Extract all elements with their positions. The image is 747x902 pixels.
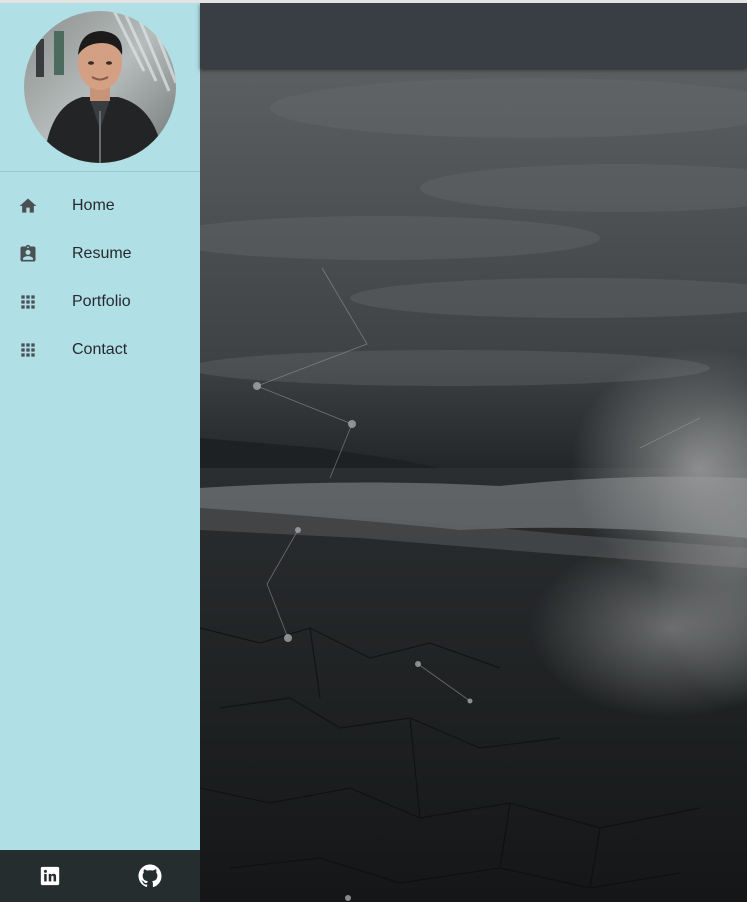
grid-icon [18,292,38,312]
sidebar-nav: Home Resume Portfolio Contact [0,172,200,374]
sidebar-item-label: Contact [72,341,128,358]
badge-icon [18,244,38,264]
top-app-bar [200,3,747,68]
sidebar-item-contact[interactable]: Contact [0,326,200,374]
github-icon [138,864,162,888]
profile-header [0,3,200,172]
home-icon [18,196,38,216]
hero-image [200,68,747,902]
page: Home Resume Portfolio Contact [0,0,747,902]
avatar-image [24,11,176,163]
linkedin-link[interactable] [0,850,100,902]
github-link[interactable] [100,850,200,902]
sidebar-item-home[interactable]: Home [0,182,200,230]
hero-background [200,68,747,902]
sidebar-item-resume[interactable]: Resume [0,230,200,278]
sidebar-item-label: Home [72,197,115,214]
avatar [24,11,176,163]
sidebar-item-portfolio[interactable]: Portfolio [0,278,200,326]
sidebar-item-label: Resume [72,245,132,262]
social-links [0,850,200,902]
sidebar: Home Resume Portfolio Contact [0,3,200,902]
sidebar-item-label: Portfolio [72,293,131,310]
linkedin-icon [40,866,60,886]
grid-icon [18,340,38,360]
